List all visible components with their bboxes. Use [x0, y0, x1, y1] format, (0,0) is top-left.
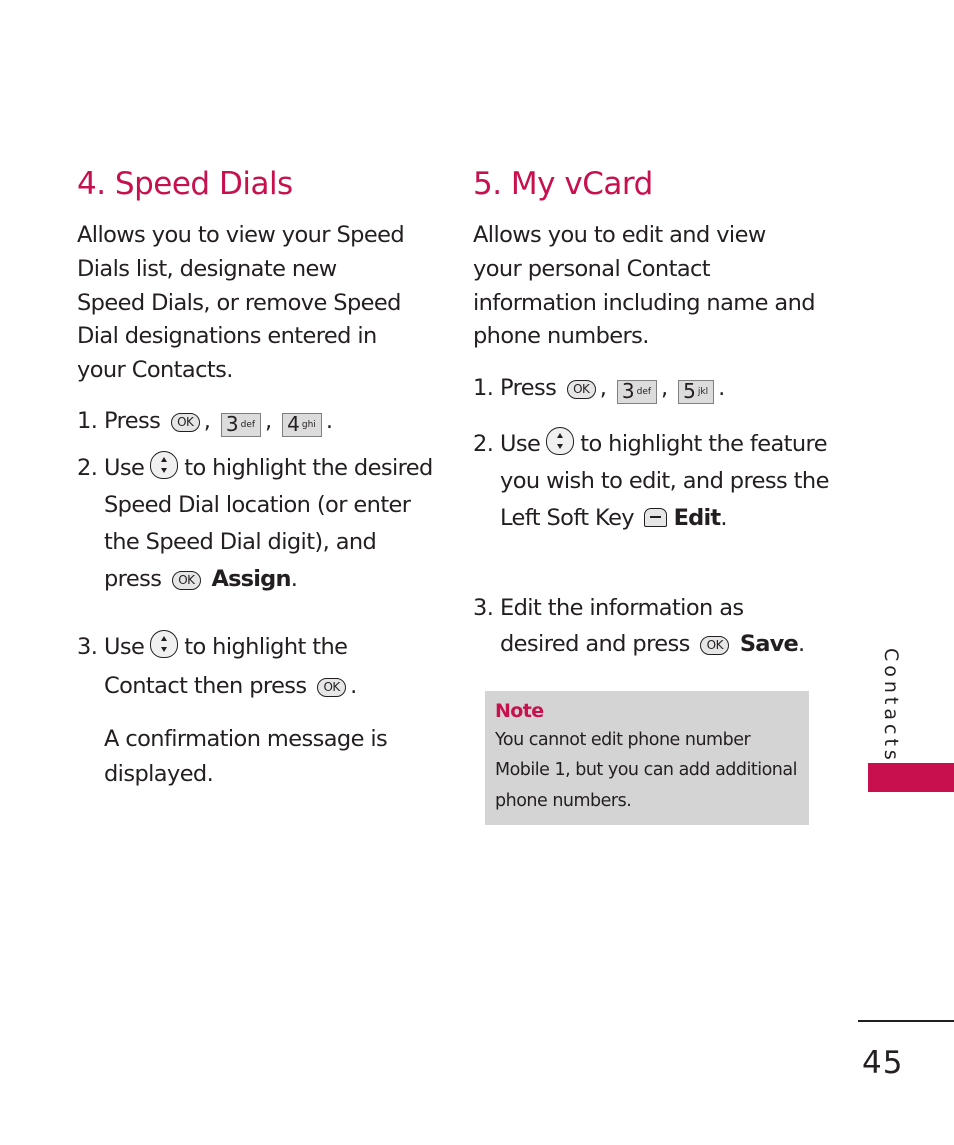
- step-number: 1.: [473, 375, 494, 401]
- section-title: 5. My vCard: [473, 166, 653, 202]
- ok-key-icon: OK: [171, 571, 201, 590]
- step-text: Press: [500, 375, 557, 401]
- page-number: 45: [862, 1045, 904, 1081]
- step-1: 1. Press OK, 3 def, 4 ghi.: [77, 403, 434, 440]
- softkey-label-assign: Assign: [211, 566, 291, 592]
- step-number: 3.: [473, 595, 494, 621]
- softkey-label-edit: Edit: [673, 505, 722, 531]
- chapter-tab-marker: [868, 763, 954, 792]
- ok-key-icon: OK: [566, 380, 596, 399]
- section-title: 4. Speed Dials: [77, 166, 293, 202]
- step-3: 3. Edit the information as desired and p…: [473, 590, 820, 662]
- softkey-label-save: Save: [739, 631, 799, 657]
- step-number: 3.: [77, 634, 98, 660]
- step-1: 1. Press OK, 3 def, 5 jkl.: [473, 370, 830, 407]
- navigation-key-icon: [150, 630, 179, 658]
- step-number: 2.: [77, 455, 98, 481]
- chapter-tab-label: Contacts: [880, 648, 902, 764]
- key-5-jkl-icon: 5 jkl: [678, 380, 715, 404]
- navigation-key-icon: [150, 451, 179, 479]
- key-3-def-icon: 3 def: [616, 380, 658, 404]
- section-intro: Allows you to edit and view your persona…: [473, 222, 816, 350]
- note-box: Note You cannot edit phone number Mobile…: [485, 691, 809, 825]
- navigation-key-icon: [546, 427, 575, 455]
- step-text: Press: [104, 408, 161, 434]
- step-2: 2. Use to highlight the feature you wish …: [473, 426, 830, 537]
- ok-key-icon: OK: [317, 678, 347, 697]
- section-intro: Allows you to view your Speed Dials list…: [77, 222, 405, 384]
- footer-divider: [858, 1020, 954, 1022]
- key-4-ghi-icon: 4 ghi: [282, 413, 322, 437]
- note-body: You cannot edit phone number Mobile 1, b…: [495, 730, 797, 811]
- left-soft-key-icon: [644, 508, 668, 527]
- key-3-def-icon: 3 def: [220, 413, 262, 437]
- ok-key-icon: OK: [700, 636, 730, 655]
- step-3: 3. Use to highlight the Contact then pres…: [77, 628, 434, 792]
- step-result-text: A confirmation message is displayed.: [104, 726, 388, 787]
- ok-key-icon: OK: [170, 413, 200, 432]
- step-number: 2.: [473, 431, 494, 457]
- step-number: 1.: [77, 408, 98, 434]
- note-title: Note: [495, 700, 544, 722]
- step-2: 2. Use to highlight the desired Speed Dia…: [77, 450, 434, 598]
